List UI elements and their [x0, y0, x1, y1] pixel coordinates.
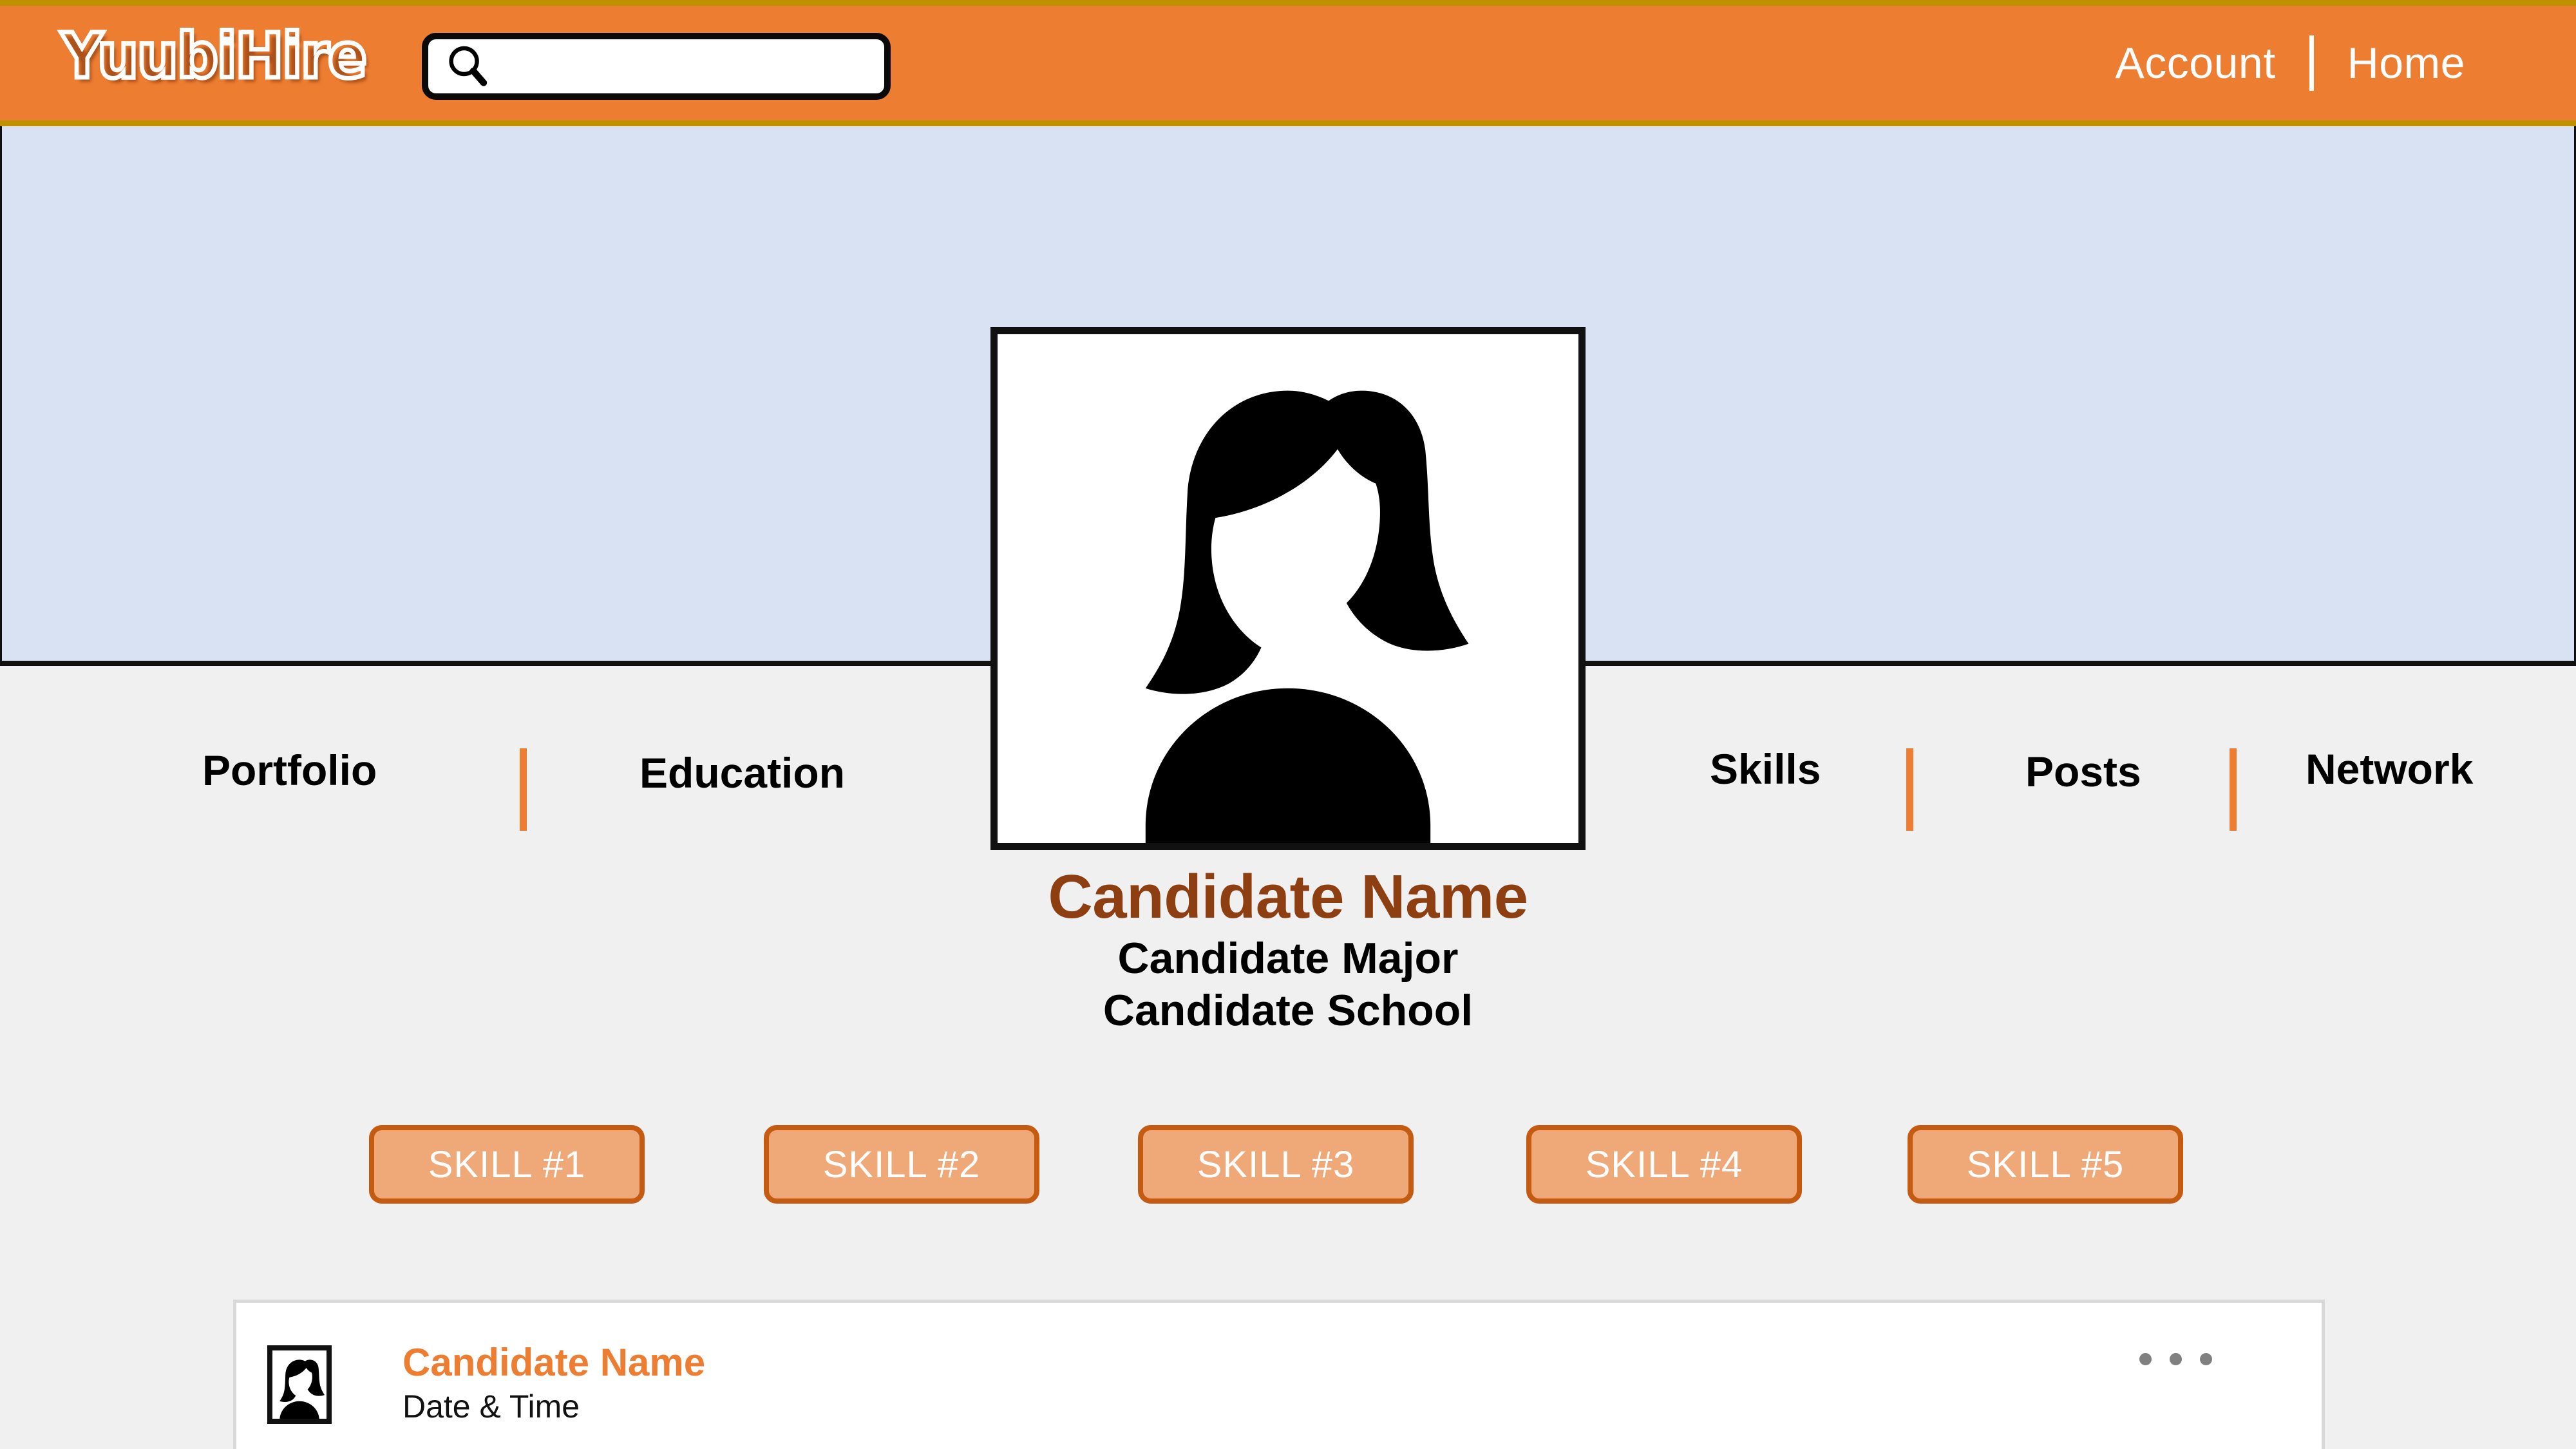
skill-pill-1[interactable]: SKILL #1 [369, 1125, 645, 1204]
post-author-name[interactable]: Candidate Name [402, 1340, 705, 1385]
skill-pill-2[interactable]: SKILL #2 [764, 1125, 1039, 1204]
search-icon [449, 46, 488, 86]
nav-link-home[interactable]: Home [2314, 38, 2499, 88]
profile-page: YuubiHire Account Home Portfolio Educati… [0, 0, 2576, 1449]
person-avatar-icon [279, 1359, 325, 1419]
tab-portfolio[interactable]: Portfolio [202, 746, 377, 795]
candidate-major: Candidate Major [1117, 933, 1459, 983]
tab-divider [1906, 748, 1913, 831]
tab-education[interactable]: Education [639, 748, 845, 797]
person-avatar-icon [1145, 390, 1469, 843]
tab-posts[interactable]: Posts [2025, 747, 2141, 796]
post-author-avatar[interactable] [267, 1345, 332, 1424]
search-box[interactable] [422, 33, 891, 100]
menu-dot [2170, 1353, 2182, 1365]
profile-photo[interactable] [990, 327, 1586, 850]
tab-skills[interactable]: Skills [1710, 744, 1821, 793]
nav-divider [2309, 35, 2314, 91]
candidate-name: Candidate Name [1048, 862, 1528, 931]
skills-row: SKILL #1 SKILL #2 SKILL #3 SKILL #4 SKIL… [0, 1125, 2576, 1215]
menu-dot [2200, 1353, 2212, 1365]
top-header-bar: YuubiHire Account Home [0, 0, 2576, 126]
skill-pill-3[interactable]: SKILL #3 [1138, 1125, 1414, 1204]
tab-network[interactable]: Network [2306, 744, 2473, 793]
menu-dot [2139, 1353, 2152, 1365]
candidate-identity: Candidate Name Candidate Major Candidate… [0, 863, 2576, 1036]
post-timestamp: Date & Time [402, 1388, 580, 1425]
app-logo[interactable]: YuubiHire [59, 23, 369, 90]
more-options-icon[interactable] [2139, 1353, 2212, 1365]
skill-pill-4[interactable]: SKILL #4 [1526, 1125, 1802, 1204]
tab-divider [2230, 748, 2237, 831]
skill-pill-5[interactable]: SKILL #5 [1908, 1125, 2183, 1204]
post-card[interactable]: Candidate Name Date & Time [233, 1300, 2325, 1449]
tab-divider [520, 748, 527, 831]
candidate-school: Candidate School [1103, 986, 1473, 1036]
header-nav: Account Home [2081, 6, 2499, 120]
nav-link-account[interactable]: Account [2081, 38, 2309, 88]
search-input[interactable] [494, 50, 884, 82]
